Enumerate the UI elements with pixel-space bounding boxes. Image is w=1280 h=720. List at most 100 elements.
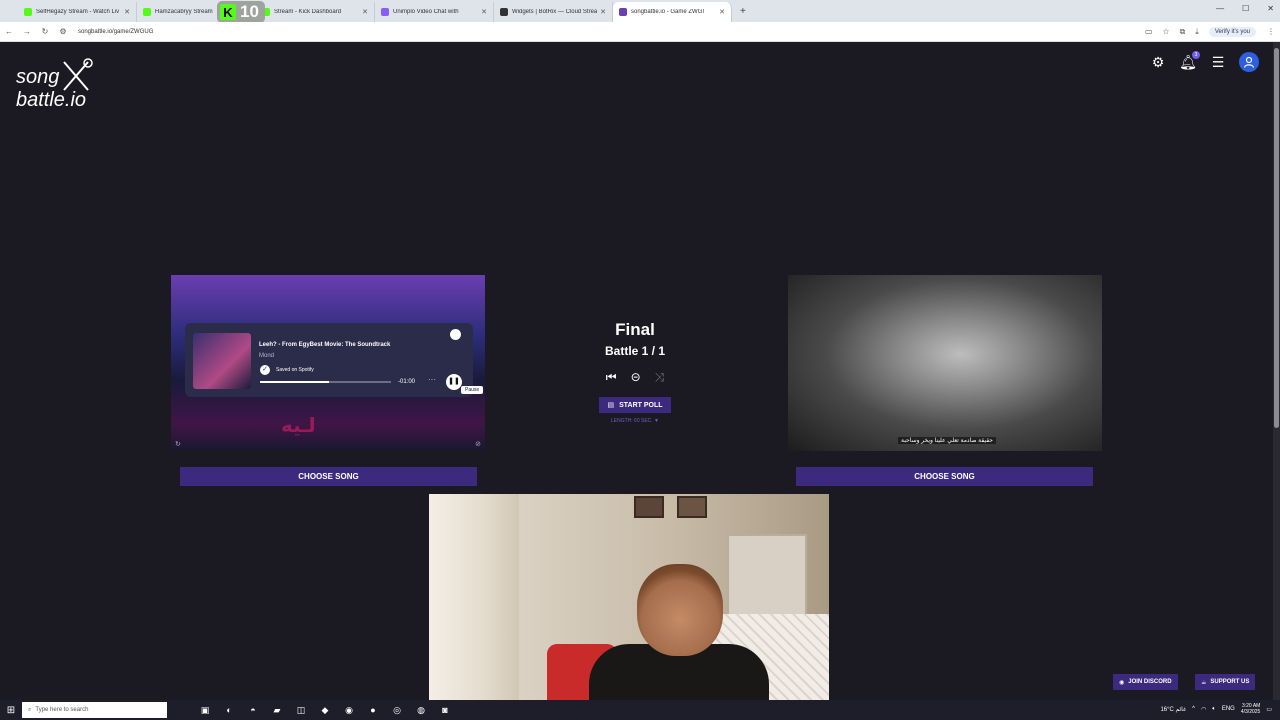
tab-close-icon[interactable]: ✕ <box>719 8 725 16</box>
tab-close-icon[interactable]: ✕ <box>362 8 368 16</box>
search-icon: ⌕ <box>28 706 32 713</box>
tab-label: Stream - Kick Dashboard <box>274 9 342 15</box>
playback-progress-fill <box>260 381 330 383</box>
support-us-label: SUPPORT US <box>1210 679 1250 685</box>
join-discord-button[interactable]: ◉ JOIN DISCORD <box>1113 674 1178 690</box>
header-icons: ⚙ 🔔︎ 3 ☰ <box>1149 51 1259 72</box>
notification-center-icon[interactable]: ▭ <box>1266 706 1272 713</box>
new-tab-button[interactable]: + <box>732 2 754 22</box>
url-field[interactable]: songbattle.io/game/ZWGUG <box>78 29 1145 35</box>
taskbar-clock[interactable]: 3:20 AM 4/3/2025 <box>1241 703 1260 715</box>
browser-tab[interactable]: Unimplo Video Chat with ✕ <box>375 2 494 22</box>
clock-date: 4/3/2025 <box>1240 709 1261 715</box>
notifications-bell-icon[interactable]: 🔔︎ 3 <box>1179 51 1200 71</box>
user-avatar-icon[interactable] <box>1239 52 1259 72</box>
windows-start-icon[interactable]: ⊞ <box>0 705 22 716</box>
browser-tab[interactable]: SelfHegazy Stream - Watch Liv ✕ <box>18 2 137 22</box>
task-view-icon[interactable]: ▣ <box>197 703 213 717</box>
file-explorer-icon[interactable]: ▰ <box>269 703 285 717</box>
song-artist[interactable]: Mond <box>259 353 274 359</box>
tab-close-icon[interactable]: ✕ <box>481 8 487 16</box>
hamburger-menu-icon[interactable]: ☰ <box>1209 53 1227 71</box>
left-song-player[interactable]: Leeh? - From EgyBest Movie: The Soundtra… <box>171 275 485 451</box>
right-song-video[interactable]: حقيقة صادمة تعلي علينا ويخر وساحبة <box>788 275 1102 451</box>
saved-check-icon[interactable]: ✓ <box>260 365 270 375</box>
poll-icon: ▤ <box>607 402 615 409</box>
settings-gear-icon[interactable]: ⚙ <box>1149 53 1167 71</box>
more-options-icon[interactable]: ··· <box>428 375 436 384</box>
join-discord-label: JOIN DISCORD <box>1128 679 1172 685</box>
browser-menu-icon[interactable]: ⋮ <box>1262 27 1280 36</box>
webcam-overlay <box>429 494 829 720</box>
firefox-icon[interactable]: ◐ <box>221 703 237 717</box>
tray-chevron-icon[interactable]: ^ <box>1192 706 1195 712</box>
network-icon[interactable]: ◠ <box>1201 706 1206 713</box>
previous-battle-icon[interactable]: ⏮ <box>606 370 617 385</box>
songbattle-logo[interactable]: song battle.io <box>16 58 106 120</box>
support-cup-icon: ☕ <box>1201 679 1207 686</box>
battle-count: Battle 1 / 1 <box>604 344 666 358</box>
bookmark-star-icon[interactable]: ☆ <box>1162 27 1169 37</box>
browser-tab[interactable]: songbattle.io - Game ZWGI ✕ <box>613 2 732 22</box>
browser-tab[interactable]: Widgets | BotRix — Cloud Strea ✕ <box>494 2 613 22</box>
page-scrollbar-thumb[interactable] <box>1274 48 1279 428</box>
maximize-button[interactable]: ☐ <box>1242 4 1249 13</box>
link-icon[interactable]: ⊘ <box>475 440 481 448</box>
support-us-button[interactable]: ☕ SUPPORT US <box>1195 674 1256 690</box>
cast-icon[interactable]: ▭ <box>1145 27 1153 37</box>
choose-song-right-button[interactable]: CHOOSE SONG <box>796 467 1093 486</box>
battle-info: Final Battle 1 / 1 ⏮ ⊝ ⤨ ▤ START POLL LE… <box>540 320 730 424</box>
round-title: Final <box>615 320 655 339</box>
refresh-icon[interactable]: ↻ <box>175 440 181 448</box>
pause-button[interactable]: ❚❚ <box>446 374 462 390</box>
playback-progress-bar[interactable] <box>260 381 391 383</box>
tab-favicon-icon <box>619 8 627 16</box>
taskbar-apps: ▣ ◐ ◓ ▰ ◫ ◆ ◉ ● ◎ ◍ ◙ <box>197 703 453 717</box>
tab-favicon-icon <box>500 8 508 16</box>
volume-icon[interactable]: 🔈︎ <box>1212 706 1216 713</box>
extensions-icon[interactable]: ⧉ <box>1180 27 1186 37</box>
site-info-icon[interactable]: ⚙ <box>54 27 72 36</box>
reload-button[interactable]: ↻ <box>36 27 54 36</box>
verify-button[interactable]: Verify it's you <box>1208 26 1256 37</box>
discord-taskbar-icon[interactable]: ◙ <box>437 703 453 717</box>
spotify-taskbar-icon[interactable]: ● <box>365 703 381 717</box>
battle-controls: ⏮ ⊝ ⤨ <box>540 370 730 385</box>
store-icon[interactable]: ◫ <box>293 703 309 717</box>
tab-close-icon[interactable]: ✕ <box>600 8 606 16</box>
video-caption: حقيقة صادمة تعلي علينا ويخر وساحبة <box>898 437 996 444</box>
kick-icon: K <box>220 4 236 20</box>
wall-picture-2 <box>677 496 707 518</box>
saved-label: Saved on Spotify <box>276 367 314 373</box>
minimize-button[interactable]: — <box>1216 4 1224 13</box>
obs-icon[interactable]: ◎ <box>389 703 405 717</box>
forward-button[interactable]: → <box>18 27 36 36</box>
download-icon[interactable]: ⤓ <box>1195 27 1199 37</box>
tab-label: songbattle.io - Game ZWGI <box>631 9 705 15</box>
spotify-logo-icon[interactable] <box>450 329 461 340</box>
chrome-icon[interactable]: ◍ <box>413 703 429 717</box>
browser-tab[interactable]: Stream - Kick Dashboard ✕ <box>256 2 375 22</box>
poll-length-select[interactable]: LENGTH: 60 SEC. ▼ <box>540 418 730 424</box>
start-poll-label: START POLL <box>619 401 663 409</box>
album-art <box>193 333 251 389</box>
app-icon[interactable]: ◆ <box>317 703 333 717</box>
back-button[interactable]: ← <box>0 27 18 36</box>
microphone-cross-icon <box>63 58 93 91</box>
taskbar-search-box[interactable]: ⌕ Type here to search <box>22 702 167 718</box>
language-indicator[interactable]: ENG <box>1222 706 1235 712</box>
choose-song-left-button[interactable]: CHOOSE SONG <box>180 467 477 486</box>
logo-text-line1: song <box>16 66 60 88</box>
spotify-embed: Leeh? - From EgyBest Movie: The Soundtra… <box>185 323 484 397</box>
steam-icon[interactable]: ◉ <box>341 703 357 717</box>
tab-favicon-icon <box>24 8 32 16</box>
tab-close-icon[interactable]: ✕ <box>124 8 130 16</box>
close-window-button[interactable]: ✕ <box>1267 4 1274 13</box>
shuffle-icon[interactable]: ⤨ <box>655 370 665 385</box>
download-results-icon[interactable]: ⊝ <box>631 370 641 385</box>
edge-icon[interactable]: ◓ <box>245 703 261 717</box>
weather-info[interactable]: 16°C غائم <box>1160 706 1186 713</box>
start-poll-button[interactable]: ▤ START POLL <box>599 397 671 413</box>
tab-label: Unimplo Video Chat with <box>393 9 459 15</box>
address-bar: ← → ↻ ⚙ songbattle.io/game/ZWGUG ▭ ☆ ⧉ ⤓… <box>0 22 1280 42</box>
